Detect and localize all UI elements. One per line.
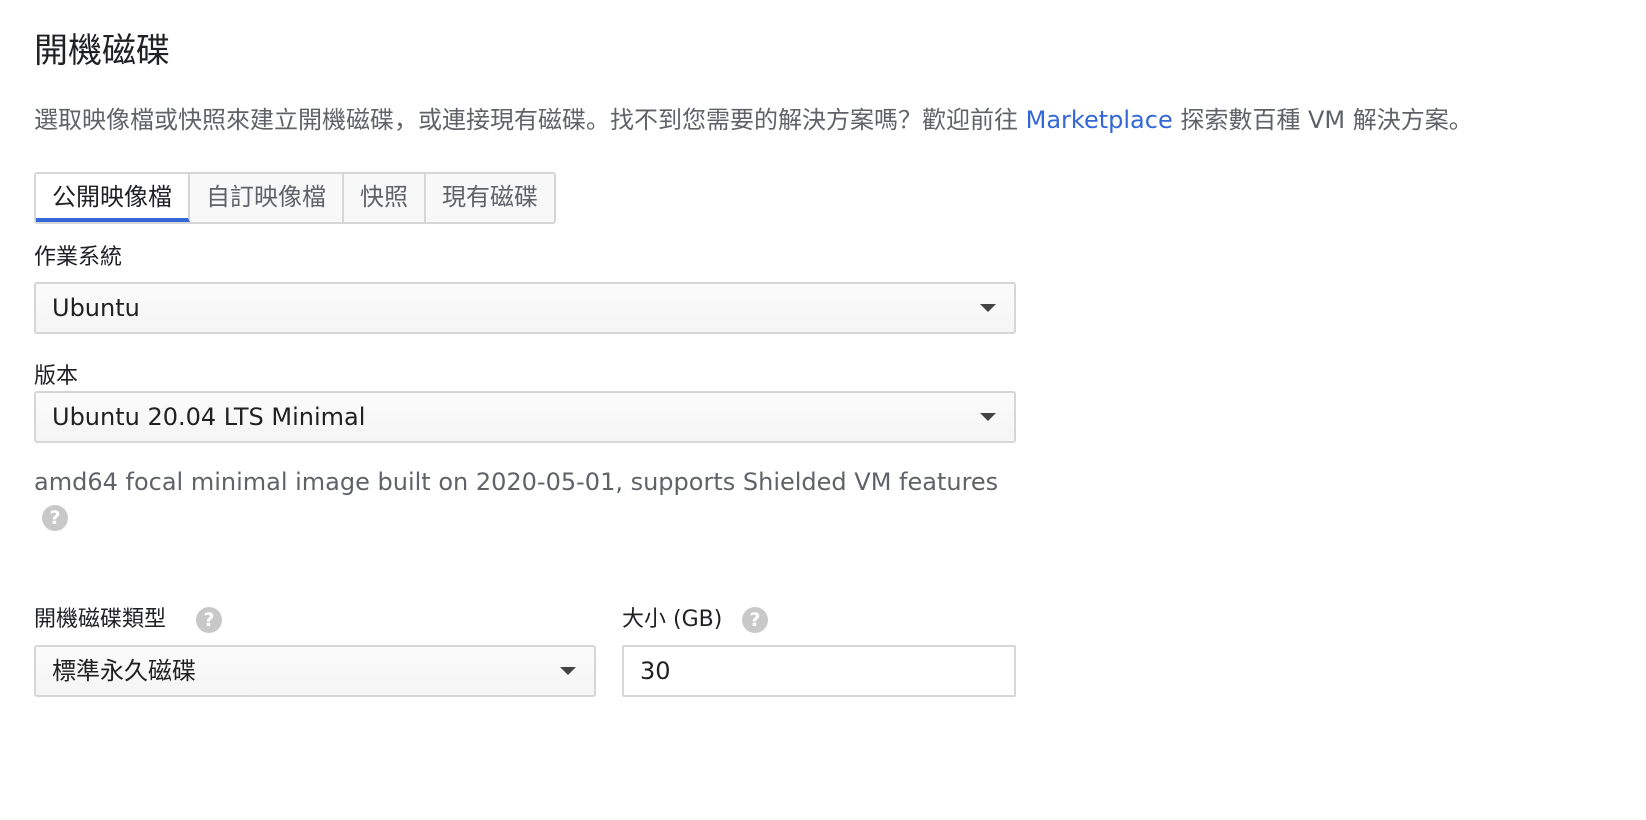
boot-disk-description: 選取映像檔或快照來建立開機磁碟，或連接現有磁碟。找不到您需要的解決方案嗎？歡迎前… bbox=[34, 100, 1473, 140]
tab-custom-images[interactable]: 自訂映像檔 bbox=[190, 174, 344, 222]
dropdown-arrow-icon bbox=[980, 413, 996, 421]
description-text-after: 探索數百種 VM 解決方案。 bbox=[1172, 106, 1473, 134]
image-description: amd64 focal minimal image built on 2020-… bbox=[34, 468, 999, 496]
version-select-value: Ubuntu 20.04 LTS Minimal bbox=[52, 403, 366, 431]
disk-type-select[interactable]: 標準永久磁碟 bbox=[34, 645, 596, 697]
help-icon[interactable]: ? bbox=[42, 505, 68, 531]
tab-snapshots[interactable]: 快照 bbox=[344, 174, 426, 222]
os-select-value: Ubuntu bbox=[52, 294, 140, 322]
dropdown-arrow-icon bbox=[980, 304, 996, 312]
description-text-before: 選取映像檔或快照來建立開機磁碟，或連接現有磁碟。找不到您需要的解決方案嗎？歡迎前… bbox=[34, 106, 1026, 134]
boot-disk-panel: 開機磁碟 選取映像檔或快照來建立開機磁碟，或連接現有磁碟。找不到您需要的解決方案… bbox=[0, 0, 1646, 820]
os-select[interactable]: Ubuntu bbox=[34, 282, 1016, 334]
version-label: 版本 bbox=[34, 364, 79, 389]
os-label: 作業系統 bbox=[34, 245, 123, 270]
version-select[interactable]: Ubuntu 20.04 LTS Minimal bbox=[34, 391, 1016, 443]
tab-existing-disks[interactable]: 現有磁碟 bbox=[426, 174, 554, 222]
marketplace-link[interactable]: Marketplace bbox=[1026, 106, 1173, 134]
disk-type-label: 開機磁碟類型 bbox=[34, 607, 167, 632]
page-title: 開機磁碟 bbox=[34, 31, 170, 71]
tab-public-images[interactable]: 公開映像檔 bbox=[36, 174, 190, 222]
dropdown-arrow-icon bbox=[560, 667, 576, 675]
disk-size-help-icon[interactable]: ? bbox=[742, 607, 768, 633]
image-source-tabs: 公開映像檔 自訂映像檔 快照 現有磁碟 bbox=[34, 172, 556, 224]
disk-size-label: 大小 (GB) bbox=[622, 607, 723, 632]
disk-type-select-value: 標準永久磁碟 bbox=[52, 657, 196, 685]
disk-type-help-icon[interactable]: ? bbox=[196, 607, 222, 633]
disk-size-input[interactable] bbox=[622, 645, 1016, 697]
